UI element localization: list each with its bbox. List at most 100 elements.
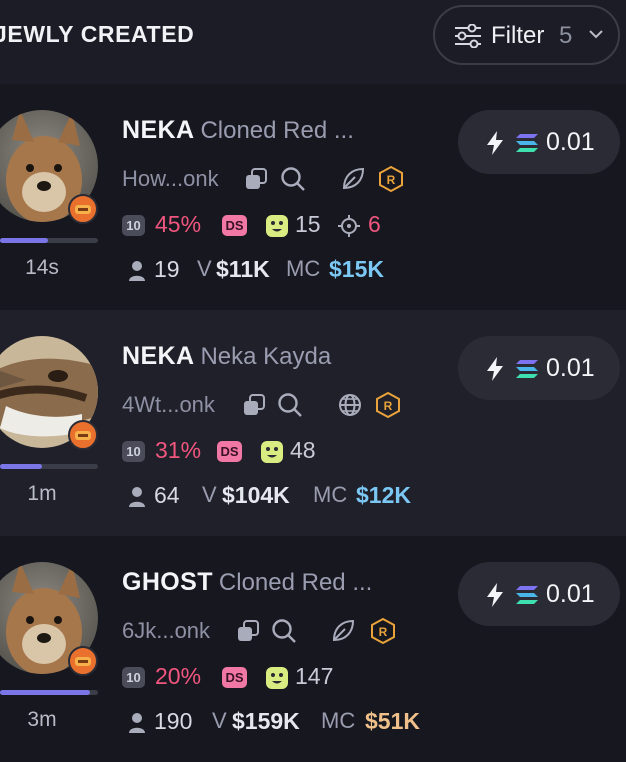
- raydium-icon: R: [379, 165, 403, 193]
- token-ticker[interactable]: NEKA: [122, 342, 194, 370]
- copy-icon[interactable]: [244, 167, 268, 191]
- token-age: 14s: [25, 256, 59, 279]
- metrics-row: 64 V $104K MC $12K: [122, 481, 542, 511]
- smiley-count: 15: [295, 211, 321, 237]
- token-name-row: NEKA Neka Kayda: [122, 342, 331, 371]
- bonding-progress-fill: [0, 690, 91, 695]
- volume-value: $104K: [222, 482, 290, 508]
- token-name-row: NEKA Cloned Red ...: [122, 116, 354, 145]
- buy-amount: 0.01: [546, 128, 595, 156]
- smiley-count: 48: [290, 437, 316, 463]
- quick-buy-button[interactable]: 0.01: [458, 110, 620, 174]
- smiley-icon: [266, 667, 288, 689]
- market-cap-value: $51K: [365, 708, 420, 734]
- svg-text:R: R: [379, 625, 388, 639]
- solana-icon: [516, 134, 538, 152]
- svg-text:R: R: [387, 173, 396, 187]
- token-address: 6Jk...onk: [122, 618, 211, 643]
- stats-row: 10 31% DS 48: [122, 436, 442, 466]
- token-age: 1m: [27, 482, 57, 505]
- svg-text:R: R: [384, 399, 393, 413]
- smiley-icon: [266, 215, 288, 237]
- holders-count: 190: [154, 708, 193, 734]
- token-name-row: GHOST Cloned Red ...: [122, 568, 372, 597]
- dev-sold-badge: DS: [222, 215, 247, 236]
- stats-row: 10 20% DS 147: [122, 662, 442, 692]
- search-icon[interactable]: [280, 166, 306, 192]
- filter-count: 5: [559, 22, 573, 49]
- sniper-count: 6: [368, 211, 381, 237]
- buy-amount: 0.01: [546, 580, 595, 608]
- market-cap-value: $15K: [329, 256, 384, 282]
- solana-icon: [516, 586, 538, 604]
- token-card[interactable]: 1m NEKANeka Kayda 4Wt...onk R 10 31% DS: [0, 310, 626, 536]
- holders-count: 19: [154, 256, 180, 282]
- market-cap-value: $12K: [356, 482, 411, 508]
- bonding-progress: [0, 690, 98, 695]
- lightning-icon: [487, 131, 503, 155]
- token-address: How...onk: [122, 166, 219, 191]
- holders-icon: [129, 713, 145, 733]
- leaf-icon[interactable]: [330, 618, 356, 644]
- holders-icon: [129, 487, 145, 507]
- address-row: How...onk R: [122, 164, 422, 194]
- creator-badge-icon: [68, 420, 98, 450]
- token-card[interactable]: 14s NEKA Cloned Red ... How...onk R 10 45…: [0, 84, 626, 310]
- section-title: JEWLY CREATED: [0, 21, 195, 47]
- filter-label: Filter: [491, 22, 545, 49]
- lightning-icon: [487, 357, 503, 381]
- bonding-progress: [0, 238, 98, 243]
- token-ticker[interactable]: GHOST: [122, 568, 213, 596]
- bonding-progress-fill: [0, 238, 49, 243]
- token-age: 3m: [27, 708, 57, 731]
- buy-amount: 0.01: [546, 354, 595, 382]
- header: JEWLY CREATED Filter 5: [0, 0, 626, 84]
- token-fullname: Neka Kayda: [200, 343, 332, 370]
- token-fullname: Cloned Red ...: [200, 117, 354, 144]
- token-ticker[interactable]: NEKA: [122, 116, 194, 144]
- address-row: 4Wt...onk R: [122, 390, 422, 420]
- market-cap-label: MC: [313, 482, 348, 507]
- market-cap-label: MC: [286, 256, 321, 281]
- sliders-icon: [455, 24, 481, 48]
- top10-badge: 10: [122, 667, 145, 688]
- stats-row: 10 45% DS 15 6: [122, 210, 442, 240]
- filter-button[interactable]: Filter 5: [433, 5, 620, 65]
- chevron-down-icon: [589, 30, 603, 39]
- lightning-icon: [487, 583, 503, 607]
- bonding-progress: [0, 464, 98, 469]
- token-fullname: Cloned Red ...: [218, 569, 373, 596]
- creator-badge-icon: [68, 194, 98, 224]
- market-cap-label: MC: [321, 708, 356, 733]
- volume-label: V: [212, 708, 227, 733]
- holders-count: 64: [154, 482, 180, 508]
- token-address: 4Wt...onk: [122, 392, 215, 417]
- volume-value: $11K: [216, 256, 270, 282]
- volume-label: V: [202, 482, 217, 507]
- copy-icon[interactable]: [236, 619, 260, 643]
- top10-percent: 45%: [155, 211, 202, 237]
- copy-icon[interactable]: [242, 393, 266, 417]
- quick-buy-button[interactable]: 0.01: [458, 562, 620, 626]
- globe-icon[interactable]: [337, 392, 363, 418]
- solana-icon: [516, 360, 538, 378]
- metrics-row: 19 V $11K MC $15K: [122, 255, 542, 285]
- creator-badge-icon: [68, 646, 98, 676]
- bonding-progress-fill: [0, 464, 43, 469]
- address-row: 6Jk...onk R: [122, 616, 422, 646]
- top10-percent: 31%: [155, 437, 202, 463]
- holders-icon: [129, 261, 145, 281]
- search-icon[interactable]: [271, 618, 297, 644]
- metrics-row: 190 V $159K MC $51K: [122, 707, 542, 737]
- volume-value: $159K: [232, 708, 300, 734]
- quick-buy-button[interactable]: 0.01: [458, 336, 620, 400]
- search-icon[interactable]: [277, 392, 303, 418]
- token-card[interactable]: 3m GHOST Cloned Red ... 6Jk...onk R 10 20…: [0, 536, 626, 762]
- top10-badge: 10: [122, 441, 145, 462]
- crosshair-icon: [338, 215, 360, 237]
- raydium-icon: R: [371, 617, 395, 645]
- smiley-count: 147: [295, 663, 334, 689]
- leaf-icon[interactable]: [340, 166, 366, 192]
- smiley-icon: [261, 441, 283, 463]
- dev-sold-badge: DS: [217, 441, 242, 462]
